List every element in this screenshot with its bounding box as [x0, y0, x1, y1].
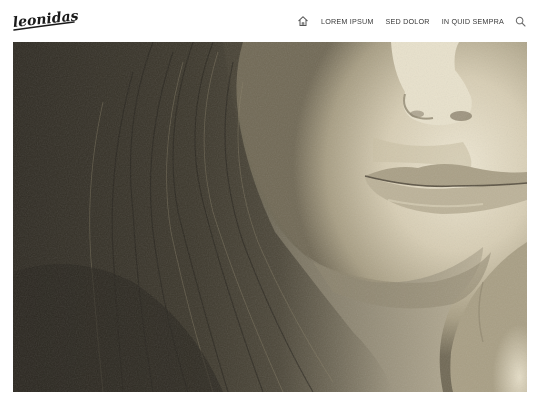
- page: leonidas LOREM IPSUM SED DOLOR IN QUID S…: [0, 0, 540, 405]
- site-header: leonidas LOREM IPSUM SED DOLOR IN QUID S…: [0, 0, 540, 42]
- nav-item-lorem-ipsum[interactable]: LOREM IPSUM: [321, 17, 374, 26]
- site-logo[interactable]: leonidas: [12, 8, 79, 34]
- portrait-photo: [13, 42, 527, 392]
- home-icon[interactable]: [297, 15, 309, 27]
- svg-text:leonidas: leonidas: [12, 8, 78, 31]
- hero-image: [13, 42, 527, 392]
- nav-item-sed-dolor[interactable]: SED DOLOR: [386, 17, 430, 26]
- nav-item-in-quid-sempra[interactable]: IN QUID SEMPRA: [442, 17, 504, 26]
- main-nav: LOREM IPSUM SED DOLOR IN QUID SEMPRA: [297, 14, 526, 28]
- logo-mark: leonidas: [12, 8, 79, 31]
- search-icon[interactable]: [515, 16, 526, 27]
